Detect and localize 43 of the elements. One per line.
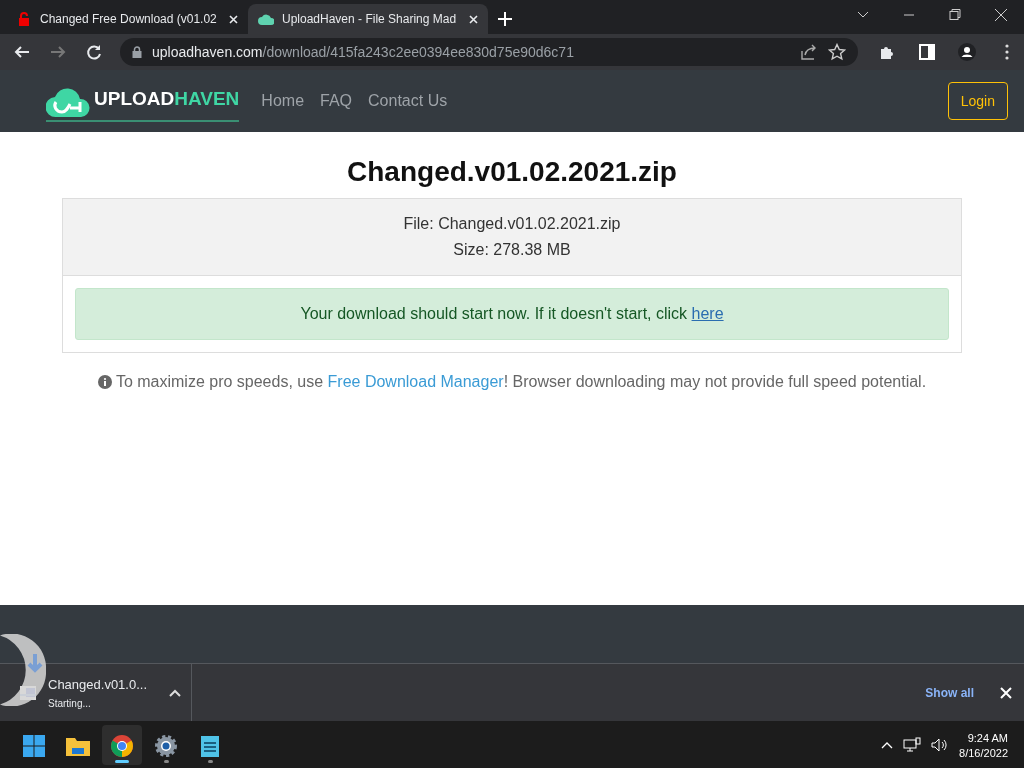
chrome-icon	[110, 734, 134, 758]
windows-logo-icon	[22, 734, 46, 758]
download-status: Starting...	[48, 697, 92, 709]
clock-date[interactable]: 8/16/2022	[959, 746, 1008, 759]
download-alert: Your download should start now. If it doesn't start, click here	[75, 288, 949, 340]
clock-time[interactable]: 9:24 AM	[967, 731, 1008, 744]
new-tab-icon[interactable]	[498, 12, 512, 26]
side-panel-icon[interactable]	[918, 43, 936, 61]
lock-icon	[132, 46, 142, 58]
nav-link[interactable]: Contact Us	[368, 92, 448, 110]
download-overlay-icon	[0, 634, 46, 706]
download-file-name: Changed.v01.0...	[48, 676, 148, 692]
browser-tab[interactable]: Changed Free Download (v01.02	[8, 4, 248, 34]
cloud-icon	[258, 12, 274, 26]
network-icon[interactable]	[903, 737, 922, 753]
profile-icon[interactable]	[958, 43, 976, 61]
chevron-up-icon[interactable]	[881, 741, 894, 749]
file-name: File: Changed.v01.02.2021.zip	[403, 215, 621, 232]
close-icon[interactable]	[469, 14, 478, 24]
star-icon[interactable]	[828, 43, 846, 61]
file-title: Changed.v01.02.2021.zip	[347, 156, 677, 188]
file-size: Size: 278.38 MB	[453, 241, 571, 258]
nav-link[interactable]: Home	[261, 92, 305, 110]
url-text: uploadhaven.com/download/415fa243c2ee0394ee830d75e90d6c71	[152, 44, 574, 60]
notepad-icon	[200, 734, 220, 758]
address-bar[interactable]: uploadhaven.com/download/415fa243c2ee0394ee830d75e90d6c71	[120, 38, 858, 66]
browser-tab[interactable]: UploadHaven - File Sharing Mad	[248, 4, 488, 34]
here-link[interactable]: here	[691, 305, 724, 323]
share-icon[interactable]	[800, 43, 818, 61]
close-icon[interactable]	[229, 14, 238, 24]
login-button[interactable]: Login	[947, 82, 1008, 120]
caret-icon[interactable]	[169, 688, 182, 697]
lock-icon	[18, 12, 32, 26]
reload-icon[interactable]	[85, 43, 103, 61]
taskbar-app[interactable]	[102, 725, 142, 765]
info-icon	[97, 375, 112, 389]
speed-note: To maximize pro speeds, use Free Download Manager! Browser downloading may not provide full speed potential.	[115, 373, 927, 391]
folder-icon	[65, 735, 91, 757]
site-logo[interactable]: UPLOADHAVEN	[46, 80, 240, 122]
show-all-button[interactable]: Show all	[919, 684, 980, 701]
volume-icon[interactable]	[931, 738, 950, 752]
gear-icon	[154, 734, 178, 758]
nav-link[interactable]: FAQ	[320, 92, 353, 110]
